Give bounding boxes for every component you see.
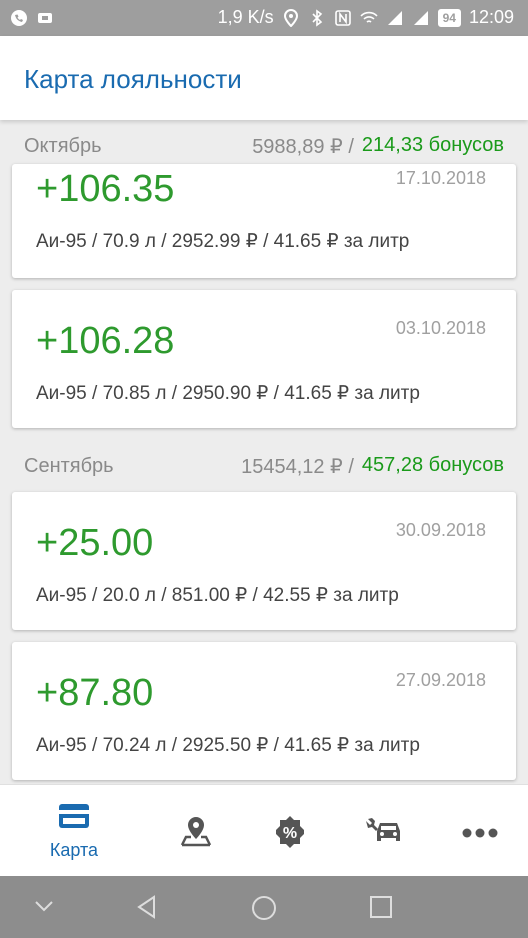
status-bar: 1,9 K/s 94 12:09 (0, 0, 528, 36)
month-bonus: 214,33 бонусов (361, 133, 504, 156)
map-pin-icon (180, 817, 212, 847)
nav-services[interactable] (344, 817, 424, 850)
card-icon (59, 804, 89, 828)
sim-icon (38, 13, 52, 23)
transaction-date: 03.10.2018 (395, 318, 486, 338)
page-title: Карта лояльности (24, 64, 242, 94)
transaction-amount: +87.80 (36, 672, 154, 714)
home-icon[interactable] (250, 894, 278, 922)
transaction-date: 27.09.2018 (395, 670, 486, 690)
svg-text:%: % (283, 825, 297, 842)
battery-indicator: 94 (437, 8, 461, 27)
month-sum: 5988,89 ₽ / (252, 135, 354, 158)
nav-discounts[interactable]: % (250, 815, 330, 854)
clock: 12:09 (468, 7, 514, 27)
discount-icon: % (276, 816, 304, 848)
system-navigation-bar (0, 876, 528, 938)
month-name: Октябрь (24, 134, 102, 157)
month-sum: 15454,12 ₽ / (241, 455, 354, 478)
nav-map[interactable] (156, 815, 236, 852)
transaction-amount: +106.28 (36, 320, 175, 362)
month-header-september: Сентябрь 15454,12 ₽ / 457,28 бонусов (0, 440, 528, 492)
location-icon (283, 8, 298, 27)
chevron-down-icon[interactable] (32, 894, 56, 918)
transaction-card[interactable]: +87.80 27.09.2018 Аи-95 / 70.24 л / 2925… (12, 642, 516, 780)
nav-card-label: Карта (49, 840, 99, 860)
nav-more[interactable] (440, 825, 520, 843)
transaction-detail: Аи-95 / 70.85 л / 2950.90 ₽ / 41.65 ₽ за… (36, 383, 420, 404)
bottom-navigation: Карта % (0, 784, 528, 876)
signal-2-icon (413, 10, 428, 25)
transaction-detail: Аи-95 / 20.0 л / 851.00 ₽ / 42.55 ₽ за л… (36, 585, 399, 606)
nfc-icon (334, 9, 351, 26)
transaction-amount: +106.35 (36, 168, 175, 210)
app-bar: Карта лояльности (0, 36, 528, 120)
transaction-detail: Аи-95 / 70.9 л / 2952.99 ₽ / 41.65 ₽ за … (36, 231, 410, 252)
more-icon (462, 828, 498, 838)
wifi-icon (360, 11, 378, 23)
month-name: Сентябрь (24, 454, 114, 477)
transactions-list[interactable]: Октябрь 5988,89 ₽ / 214,33 бонусов +106.… (0, 120, 528, 784)
transaction-date: 17.10.2018 (395, 168, 486, 188)
signal-icon (387, 10, 402, 25)
phone-call-icon (11, 10, 27, 26)
month-bonus: 457,28 бонусов (361, 453, 504, 476)
transaction-card[interactable]: +25.00 30.09.2018 Аи-95 / 20.0 л / 851.0… (12, 492, 516, 630)
transaction-date: 30.09.2018 (395, 520, 486, 540)
nav-card[interactable]: Карта (34, 803, 114, 861)
transaction-card[interactable]: +106.35 17.10.2018 Аи-95 / 70.9 л / 2952… (12, 164, 516, 278)
bluetooth-icon (312, 8, 322, 27)
transaction-amount: +25.00 (36, 522, 154, 564)
recent-apps-icon[interactable] (368, 894, 394, 920)
car-service-icon (366, 818, 400, 841)
transaction-detail: Аи-95 / 70.24 л / 2925.50 ₽ / 41.65 ₽ за… (36, 735, 420, 756)
back-icon[interactable] (134, 894, 160, 920)
transaction-card[interactable]: +106.28 03.10.2018 Аи-95 / 70.85 л / 295… (12, 290, 516, 428)
network-speed: 1,9 K/s (217, 7, 274, 27)
